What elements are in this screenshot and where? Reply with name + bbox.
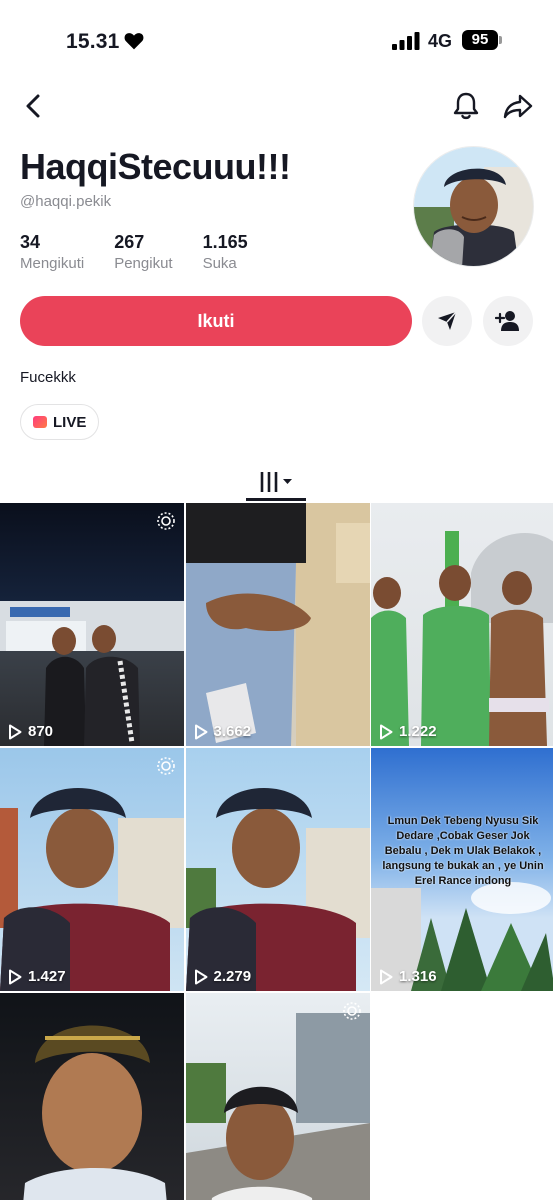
video-thumbnail[interactable]: 1.222 <box>371 503 553 746</box>
play-icon <box>194 724 207 739</box>
video-grid: 870 3.662 1.222 1.427 2.279 Lmun Dek Teb… <box>0 503 553 1200</box>
message-button[interactable] <box>422 296 472 346</box>
video-thumbnail[interactable] <box>185 993 370 1200</box>
live-label: LIVE <box>53 413 87 431</box>
video-thumbnail[interactable]: 3.662 <box>185 503 370 746</box>
stat-followers[interactable]: 267 Pengikut <box>114 232 172 272</box>
add-user-icon <box>495 311 519 331</box>
thumbnail-image <box>185 503 370 746</box>
status-bar: 15.31 4G 95 <box>0 0 553 80</box>
video-caption: Lmun Dek Tebeng Nyusu Sik Dedare ,Cobak … <box>382 815 544 887</box>
thumbnail-image <box>0 788 184 991</box>
thumbnail-image <box>0 601 184 746</box>
pinned-icon <box>157 757 175 775</box>
back-button[interactable] <box>18 90 50 122</box>
battery-cap <box>499 36 502 44</box>
tab-videos[interactable] <box>246 462 306 502</box>
video-thumbnail[interactable]: Lmun Dek Tebeng Nyusu Sik Dedare ,Cobak … <box>371 748 553 991</box>
profile-stats: 34 Mengikuti 267 Pengikut 1.165 Suka <box>20 232 278 272</box>
thumbnail-image <box>185 1013 370 1200</box>
view-count-value: 1.316 <box>399 968 437 985</box>
view-count-value: 1.427 <box>28 968 66 985</box>
profile-name: HaqqiStecuuu!!! <box>20 146 291 187</box>
avatar-photo <box>414 147 533 266</box>
signal-icon <box>392 32 420 50</box>
thumbnail-image <box>23 1025 167 1200</box>
stat-value: 1.165 <box>202 232 248 252</box>
pinned-icon <box>342 1002 361 1020</box>
view-count: 1.316 <box>379 968 437 985</box>
stat-following[interactable]: 34 Mengikuti <box>20 232 84 272</box>
avatar[interactable] <box>413 146 534 267</box>
stat-value: 34 <box>20 232 41 252</box>
video-thumbnail[interactable] <box>0 993 184 1200</box>
thumbnail-image <box>371 531 553 746</box>
view-count: 1.222 <box>379 723 437 740</box>
view-count: 1.427 <box>8 968 66 985</box>
stat-label: Mengikuti <box>20 255 85 272</box>
play-icon <box>380 724 393 739</box>
grid-menu-icon <box>260 472 292 492</box>
stat-likes[interactable]: 1.165 Suka <box>203 232 248 272</box>
view-count: 3.662 <box>194 723 252 740</box>
video-thumbnail[interactable]: 2.279 <box>185 748 370 991</box>
bell-icon <box>453 92 479 120</box>
battery-level: 95 <box>462 30 498 50</box>
view-count-value: 1.222 <box>399 723 437 740</box>
video-thumbnail[interactable]: 1.427 <box>0 748 184 991</box>
network-type: 4G <box>428 31 453 51</box>
video-thumbnail[interactable]: 870 <box>0 503 184 746</box>
view-count-value: 3.662 <box>213 723 252 740</box>
stat-label: Pengikut <box>114 255 173 272</box>
view-count: 2.279 <box>194 968 252 985</box>
follow-button[interactable]: Ikuti <box>20 296 412 346</box>
notification-button[interactable] <box>450 90 482 122</box>
share-arrow-icon <box>503 94 533 119</box>
pinned-icon <box>157 512 175 530</box>
profile-handle: @haqqi.pekik <box>20 193 112 210</box>
chevron-left-icon <box>26 94 40 118</box>
live-icon <box>33 416 47 428</box>
tab-indicator <box>246 498 306 501</box>
thumbnail-image <box>185 788 370 991</box>
profile-bio: Fucekkk <box>20 369 76 386</box>
view-count-value: 2.279 <box>213 968 252 985</box>
view-count-value: 870 <box>28 723 54 740</box>
view-count: 870 <box>8 723 53 740</box>
play-icon <box>9 969 22 984</box>
play-icon <box>194 969 207 984</box>
share-button[interactable] <box>502 90 534 122</box>
stat-value: 267 <box>114 232 145 252</box>
stat-label: Suka <box>202 255 237 272</box>
add-friend-button[interactable] <box>483 296 533 346</box>
play-icon <box>380 969 393 984</box>
play-icon <box>9 724 22 739</box>
heart-icon <box>124 33 144 50</box>
send-icon <box>438 311 457 330</box>
live-button[interactable]: LIVE <box>20 404 100 440</box>
status-time: 15.31 <box>66 30 120 53</box>
